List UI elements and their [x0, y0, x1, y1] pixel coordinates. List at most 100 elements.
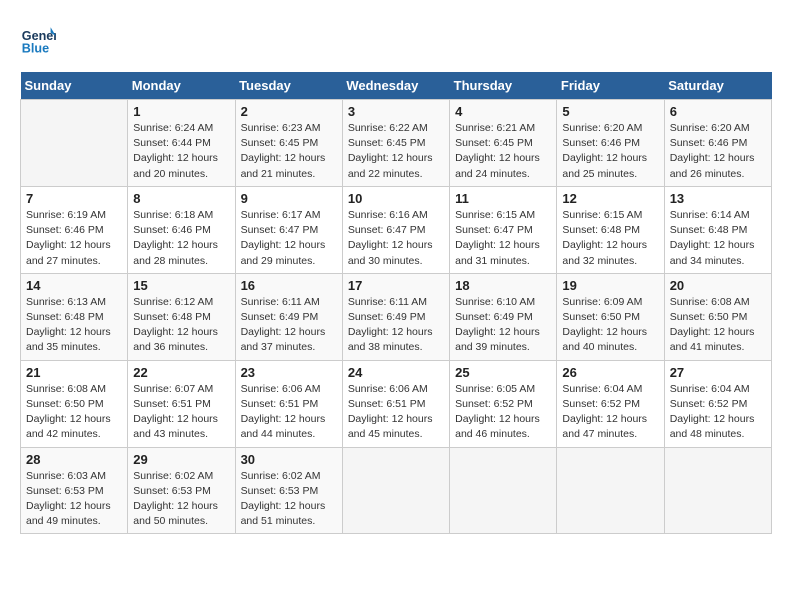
day-cell [21, 100, 128, 187]
week-row-1: 1 Sunrise: 6:24 AM Sunset: 6:44 PM Dayli… [21, 100, 772, 187]
day-info: Sunrise: 6:15 AM Sunset: 6:48 PM Dayligh… [562, 208, 658, 269]
sunset: Sunset: 6:47 PM [348, 224, 426, 236]
sunrise: Sunrise: 6:07 AM [133, 383, 213, 395]
sunrise: Sunrise: 6:05 AM [455, 383, 535, 395]
sunset: Sunset: 6:48 PM [670, 224, 748, 236]
day-info: Sunrise: 6:03 AM Sunset: 6:53 PM Dayligh… [26, 469, 122, 530]
day-cell: 23 Sunrise: 6:06 AM Sunset: 6:51 PM Dayl… [235, 360, 342, 447]
day-cell: 6 Sunrise: 6:20 AM Sunset: 6:46 PM Dayli… [664, 100, 771, 187]
day-cell: 10 Sunrise: 6:16 AM Sunset: 6:47 PM Dayl… [342, 186, 449, 273]
sunrise: Sunrise: 6:02 AM [133, 470, 213, 482]
day-cell: 3 Sunrise: 6:22 AM Sunset: 6:45 PM Dayli… [342, 100, 449, 187]
day-info: Sunrise: 6:02 AM Sunset: 6:53 PM Dayligh… [241, 469, 337, 530]
sunrise: Sunrise: 6:11 AM [241, 296, 320, 308]
sunrise: Sunrise: 6:06 AM [348, 383, 428, 395]
day-cell: 12 Sunrise: 6:15 AM Sunset: 6:48 PM Dayl… [557, 186, 664, 273]
sunrise: Sunrise: 6:19 AM [26, 209, 106, 221]
day-number: 20 [670, 278, 766, 293]
day-cell: 1 Sunrise: 6:24 AM Sunset: 6:44 PM Dayli… [128, 100, 235, 187]
sunrise: Sunrise: 6:04 AM [670, 383, 750, 395]
day-info: Sunrise: 6:21 AM Sunset: 6:45 PM Dayligh… [455, 121, 551, 182]
day-number: 10 [348, 191, 444, 206]
sunset: Sunset: 6:52 PM [455, 398, 533, 410]
day-cell [450, 447, 557, 534]
sunrise: Sunrise: 6:21 AM [455, 122, 535, 134]
day-cell [557, 447, 664, 534]
day-number: 12 [562, 191, 658, 206]
sunrise: Sunrise: 6:18 AM [133, 209, 213, 221]
sunrise: Sunrise: 6:08 AM [670, 296, 750, 308]
sunrise: Sunrise: 6:03 AM [26, 470, 106, 482]
day-number: 29 [133, 452, 229, 467]
day-info: Sunrise: 6:10 AM Sunset: 6:49 PM Dayligh… [455, 295, 551, 356]
day-cell: 20 Sunrise: 6:08 AM Sunset: 6:50 PM Dayl… [664, 273, 771, 360]
sunrise: Sunrise: 6:20 AM [562, 122, 642, 134]
sunset: Sunset: 6:46 PM [26, 224, 104, 236]
sunrise: Sunrise: 6:23 AM [241, 122, 321, 134]
day-info: Sunrise: 6:20 AM Sunset: 6:46 PM Dayligh… [562, 121, 658, 182]
sunrise: Sunrise: 6:15 AM [455, 209, 535, 221]
daylight: Daylight: 12 hours and 47 minutes. [562, 413, 647, 440]
day-info: Sunrise: 6:04 AM Sunset: 6:52 PM Dayligh… [562, 382, 658, 443]
day-info: Sunrise: 6:23 AM Sunset: 6:45 PM Dayligh… [241, 121, 337, 182]
sunrise: Sunrise: 6:24 AM [133, 122, 213, 134]
day-cell: 27 Sunrise: 6:04 AM Sunset: 6:52 PM Dayl… [664, 360, 771, 447]
logo: General Blue [20, 20, 62, 56]
daylight: Daylight: 12 hours and 26 minutes. [670, 152, 755, 179]
sunset: Sunset: 6:46 PM [670, 137, 748, 149]
daylight: Daylight: 12 hours and 38 minutes. [348, 326, 433, 353]
day-number: 11 [455, 191, 551, 206]
day-info: Sunrise: 6:19 AM Sunset: 6:46 PM Dayligh… [26, 208, 122, 269]
sunset: Sunset: 6:49 PM [348, 311, 426, 323]
day-info: Sunrise: 6:07 AM Sunset: 6:51 PM Dayligh… [133, 382, 229, 443]
header-saturday: Saturday [664, 72, 771, 100]
logo-icon: General Blue [20, 20, 56, 56]
sunset: Sunset: 6:50 PM [26, 398, 104, 410]
day-info: Sunrise: 6:24 AM Sunset: 6:44 PM Dayligh… [133, 121, 229, 182]
day-cell: 24 Sunrise: 6:06 AM Sunset: 6:51 PM Dayl… [342, 360, 449, 447]
calendar-table: SundayMondayTuesdayWednesdayThursdayFrid… [20, 72, 772, 534]
day-info: Sunrise: 6:14 AM Sunset: 6:48 PM Dayligh… [670, 208, 766, 269]
sunrise: Sunrise: 6:10 AM [455, 296, 535, 308]
sunrise: Sunrise: 6:04 AM [562, 383, 642, 395]
sunset: Sunset: 6:47 PM [241, 224, 319, 236]
sunrise: Sunrise: 6:20 AM [670, 122, 750, 134]
day-cell: 29 Sunrise: 6:02 AM Sunset: 6:53 PM Dayl… [128, 447, 235, 534]
sunrise: Sunrise: 6:16 AM [348, 209, 428, 221]
sunset: Sunset: 6:52 PM [562, 398, 640, 410]
sunrise: Sunrise: 6:12 AM [133, 296, 213, 308]
day-number: 25 [455, 365, 551, 380]
sunrise: Sunrise: 6:22 AM [348, 122, 428, 134]
day-cell: 15 Sunrise: 6:12 AM Sunset: 6:48 PM Dayl… [128, 273, 235, 360]
day-info: Sunrise: 6:16 AM Sunset: 6:47 PM Dayligh… [348, 208, 444, 269]
day-cell: 17 Sunrise: 6:11 AM Sunset: 6:49 PM Dayl… [342, 273, 449, 360]
day-cell: 18 Sunrise: 6:10 AM Sunset: 6:49 PM Dayl… [450, 273, 557, 360]
day-number: 14 [26, 278, 122, 293]
day-info: Sunrise: 6:08 AM Sunset: 6:50 PM Dayligh… [670, 295, 766, 356]
sunset: Sunset: 6:49 PM [241, 311, 319, 323]
day-number: 3 [348, 104, 444, 119]
day-number: 9 [241, 191, 337, 206]
daylight: Daylight: 12 hours and 27 minutes. [26, 239, 111, 266]
daylight: Daylight: 12 hours and 43 minutes. [133, 413, 218, 440]
sunset: Sunset: 6:45 PM [455, 137, 533, 149]
daylight: Daylight: 12 hours and 36 minutes. [133, 326, 218, 353]
sunrise: Sunrise: 6:08 AM [26, 383, 106, 395]
daylight: Daylight: 12 hours and 28 minutes. [133, 239, 218, 266]
sunset: Sunset: 6:50 PM [670, 311, 748, 323]
day-number: 2 [241, 104, 337, 119]
daylight: Daylight: 12 hours and 25 minutes. [562, 152, 647, 179]
week-row-4: 21 Sunrise: 6:08 AM Sunset: 6:50 PM Dayl… [21, 360, 772, 447]
day-number: 23 [241, 365, 337, 380]
day-info: Sunrise: 6:22 AM Sunset: 6:45 PM Dayligh… [348, 121, 444, 182]
daylight: Daylight: 12 hours and 37 minutes. [241, 326, 326, 353]
day-info: Sunrise: 6:15 AM Sunset: 6:47 PM Dayligh… [455, 208, 551, 269]
header-monday: Monday [128, 72, 235, 100]
day-cell: 8 Sunrise: 6:18 AM Sunset: 6:46 PM Dayli… [128, 186, 235, 273]
daylight: Daylight: 12 hours and 29 minutes. [241, 239, 326, 266]
daylight: Daylight: 12 hours and 39 minutes. [455, 326, 540, 353]
day-number: 13 [670, 191, 766, 206]
day-cell: 21 Sunrise: 6:08 AM Sunset: 6:50 PM Dayl… [21, 360, 128, 447]
day-cell: 2 Sunrise: 6:23 AM Sunset: 6:45 PM Dayli… [235, 100, 342, 187]
sunrise: Sunrise: 6:15 AM [562, 209, 642, 221]
